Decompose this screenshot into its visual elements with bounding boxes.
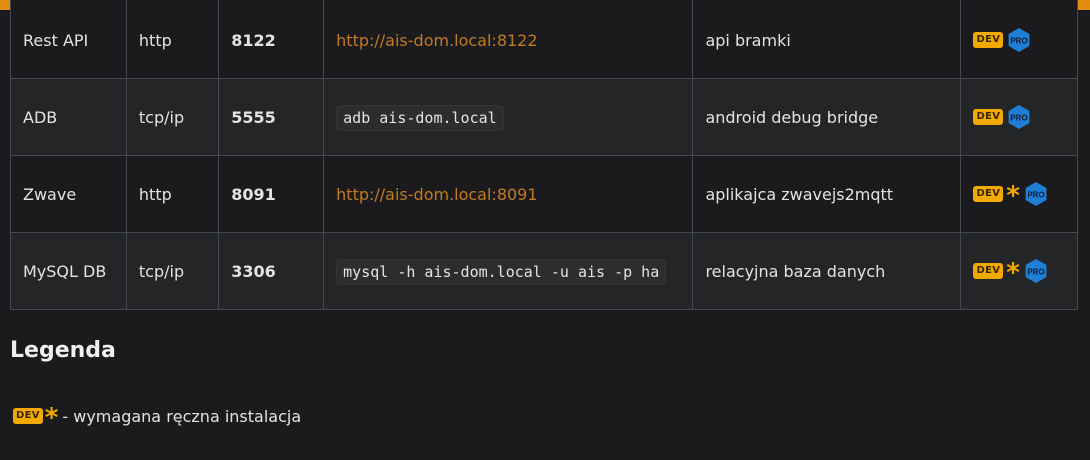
service-address-cell: adb ais-dom.local [323,78,694,156]
dev-badge: DEV [973,32,1004,48]
pro-badge-label: PRO [1011,37,1028,46]
legend-item: DEV * - wymagana ręczna instalacja [13,403,302,433]
service-name: Rest API [10,0,127,79]
service-protocol: http [125,0,220,79]
service-port: 3306 [218,232,325,310]
badges-cell: DEV PRO [960,78,1078,156]
dev-badge: DEV [973,109,1004,125]
pro-badge-icon: PRO [1008,105,1030,129]
service-description: android debug bridge [692,78,962,156]
pro-badge-icon: PRO [1025,259,1047,283]
service-url-link[interactable]: http://ais-dom.local:8122 [336,31,537,50]
service-port: 8122 [218,0,325,79]
dev-badge: DEV [973,263,1004,279]
service-description: relacyjna baza danych [692,232,962,310]
manual-install-star-icon: * [44,403,59,433]
service-description: aplikajca zwavejs2mqtt [692,155,962,233]
service-name: ADB [10,78,127,156]
service-description: api bramki [692,0,962,79]
badge-group: DEV PRO [973,104,1065,130]
badges-cell: DEV * PRO [960,232,1078,310]
badge-group: DEV * PRO [973,181,1065,211]
service-protocol: tcp/ip [125,78,220,156]
legend-text: - wymagana ręczna instalacja [62,406,302,426]
service-port: 8091 [218,155,325,233]
service-address-cell: http://ais-dom.local:8122 [323,0,694,79]
pro-badge-label: PRO [1027,268,1044,277]
service-name: Zwave [10,155,127,233]
pro-badge-icon: PRO [1008,28,1030,52]
services-table: Rest API http 8122 http://ais-dom.local:… [10,0,1078,310]
command-snippet: mysql -h ais-dom.local -u ais -p ha [336,258,667,285]
service-protocol: tcp/ip [125,232,220,310]
table-row: Rest API http 8122 http://ais-dom.local:… [10,0,1078,79]
pro-badge-icon: PRO [1025,182,1047,206]
table-row: ADB tcp/ip 5555 adb ais-dom.local androi… [10,78,1078,156]
badges-cell: DEV PRO [960,0,1078,79]
service-name: MySQL DB [10,232,127,310]
dev-badge: DEV [973,186,1004,202]
service-url-link[interactable]: http://ais-dom.local:8091 [336,185,537,204]
service-address-cell: http://ais-dom.local:8091 [323,155,694,233]
command-snippet: adb ais-dom.local [336,104,504,131]
service-port: 5555 [218,78,325,156]
dev-badge: DEV [13,408,43,424]
service-protocol: http [125,155,220,233]
table-row: Zwave http 8091 http://ais-dom.local:809… [10,155,1078,233]
badges-cell: DEV * PRO [960,155,1078,233]
table-row: MySQL DB tcp/ip 3306 mysql -h ais-dom.lo… [10,232,1078,310]
badge-group: DEV PRO [973,27,1065,53]
manual-install-star-icon: * [1006,258,1020,288]
service-address-cell: mysql -h ais-dom.local -u ais -p ha [323,232,694,310]
manual-install-star-icon: * [1006,181,1020,211]
pro-badge-label: PRO [1027,191,1044,200]
legend-heading: Legenda [10,338,116,363]
pro-badge-label: PRO [1011,114,1028,123]
badge-group: DEV * PRO [973,258,1065,288]
